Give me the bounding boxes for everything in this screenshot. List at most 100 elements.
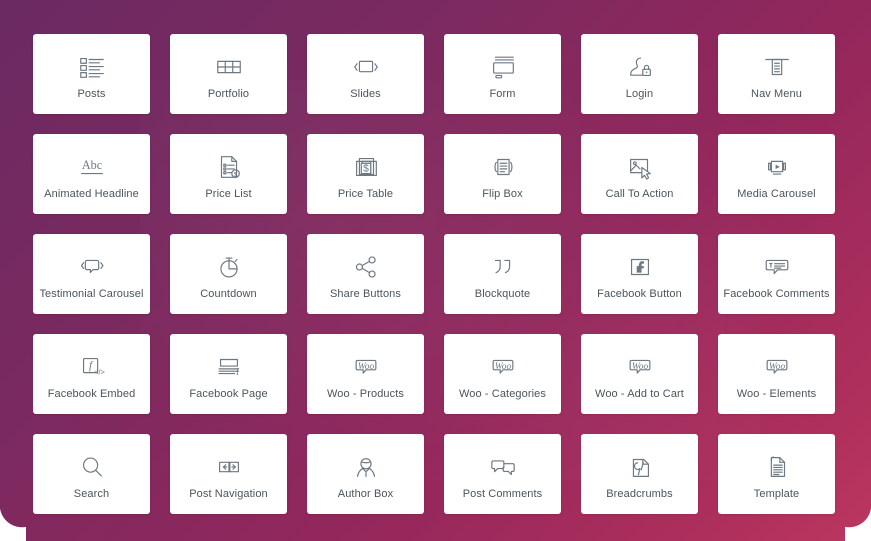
svg-text:Abc: Abc [81,157,102,171]
widget-card-label: Breadcrumbs [606,487,673,500]
widget-card[interactable]: Portfolio [170,34,287,114]
widget-card-label: Woo - Products [326,387,404,400]
widget-card-label: Woo - Elements [736,387,817,400]
woo-elements-icon: Woo [760,350,794,384]
search-icon [75,450,109,484]
facebook-embed-icon: f </> [75,350,109,384]
widget-card-label: Form [489,87,516,100]
widget-card-label: Slides [350,87,381,100]
widget-card[interactable]: $ Price List [170,134,287,214]
svg-text:Woo: Woo [768,361,785,371]
testimonial-carousel-icon [75,250,109,284]
widget-card-label: Facebook Page [189,387,268,400]
widget-card-label: Media Carousel [737,187,816,200]
media-carousel-icon [760,150,794,184]
woo-products-icon: Woo [349,350,383,384]
flip-box-icon [486,150,520,184]
login-icon [623,50,657,84]
widget-card-label: Facebook Comments [723,287,830,300]
widget-card[interactable]: Woo Woo - Products [307,334,424,414]
woo-add-to-cart-icon: Woo [623,350,657,384]
widget-card-label: Posts [77,87,106,100]
widget-card-label: Woo - Categories [459,387,546,400]
woo-categories-icon: Woo [486,350,520,384]
post-navigation-icon [212,450,246,484]
widget-card-label: Login [625,87,654,100]
widget-card-label: Countdown [200,287,257,300]
svg-text:</>: </> [94,367,105,376]
widget-card[interactable]: Nav Menu [718,34,835,114]
widget-card[interactable]: Woo Woo - Categories [444,334,561,414]
widget-card[interactable]: Call To Action [581,134,698,214]
bottom-left-corner-mask [0,505,26,541]
widget-panel: Posts Portfolio Slides Form Login Nav Me… [0,0,871,541]
svg-text:Woo: Woo [631,361,648,371]
widget-card-label: Author Box [337,487,394,500]
widget-card[interactable]: Abc Animated Headline [33,134,150,214]
svg-text:$: $ [233,171,237,178]
widget-card-label: Facebook Button [597,287,682,300]
widget-grid: Posts Portfolio Slides Form Login Nav Me… [33,34,838,514]
widget-card[interactable]: Facebook Comments [718,234,835,314]
svg-text:f: f [235,366,239,377]
portfolio-icon [212,50,246,84]
svg-text:$: $ [363,163,369,174]
widget-card-label: Flip Box [482,187,523,200]
widget-card[interactable]: Breadcrumbs [581,434,698,514]
widget-card-label: Animated Headline [44,187,139,200]
nav-menu-icon [760,50,794,84]
widget-card-label: Post Navigation [189,487,268,500]
widget-card[interactable]: Form [444,34,561,114]
widget-card-label: Search [73,487,110,500]
form-icon [486,50,520,84]
post-comments-icon [486,450,520,484]
animated-headline-icon: Abc [75,150,109,184]
widget-card-label: Share Buttons [329,287,401,300]
widget-card[interactable]: Flip Box [444,134,561,214]
widget-card-label: Call To Action [605,187,674,200]
widget-card[interactable]: Testimonial Carousel [33,234,150,314]
widget-card[interactable]: Search [33,434,150,514]
share-buttons-icon [349,250,383,284]
widget-card-label: Nav Menu [751,87,802,100]
widget-card[interactable]: Woo Woo - Elements [718,334,835,414]
price-list-icon: $ [212,150,246,184]
call-to-action-icon [623,150,657,184]
widget-card-label: Woo - Add to Cart [595,387,684,400]
widget-card[interactable]: Posts [33,34,150,114]
widget-card[interactable]: f </> Facebook Embed [33,334,150,414]
facebook-comments-icon [760,250,794,284]
widget-card-label: Price Table [337,187,394,200]
widget-card[interactable]: Author Box [307,434,424,514]
widget-card[interactable]: Woo Woo - Add to Cart [581,334,698,414]
widget-card[interactable]: Template [718,434,835,514]
widget-card-label: Portfolio [207,87,250,100]
svg-text:Woo: Woo [357,361,374,371]
slides-icon [349,50,383,84]
widget-card-label: Blockquote [474,287,531,300]
widget-card[interactable]: Login [581,34,698,114]
breadcrumbs-icon [623,450,657,484]
widget-card[interactable]: Media Carousel [718,134,835,214]
widget-card-label: Template [753,487,800,500]
author-box-icon [349,450,383,484]
posts-icon [75,50,109,84]
widget-card-label: Price List [205,187,252,200]
widget-card[interactable]: f Facebook Page [170,334,287,414]
facebook-button-icon [623,250,657,284]
widget-card[interactable]: Facebook Button [581,234,698,314]
widget-card[interactable]: $ Price Table [307,134,424,214]
facebook-page-icon: f [212,350,246,384]
bottom-right-corner-mask [845,505,871,541]
widget-card-label: Facebook Embed [47,387,136,400]
countdown-icon [212,250,246,284]
widget-card[interactable]: Share Buttons [307,234,424,314]
widget-card[interactable]: Post Comments [444,434,561,514]
widget-card[interactable]: Blockquote [444,234,561,314]
widget-card[interactable]: Countdown [170,234,287,314]
widget-card[interactable]: Post Navigation [170,434,287,514]
widget-card-label: Post Comments [462,487,543,500]
svg-text:Woo: Woo [494,361,511,371]
widget-card[interactable]: Slides [307,34,424,114]
template-icon [760,450,794,484]
